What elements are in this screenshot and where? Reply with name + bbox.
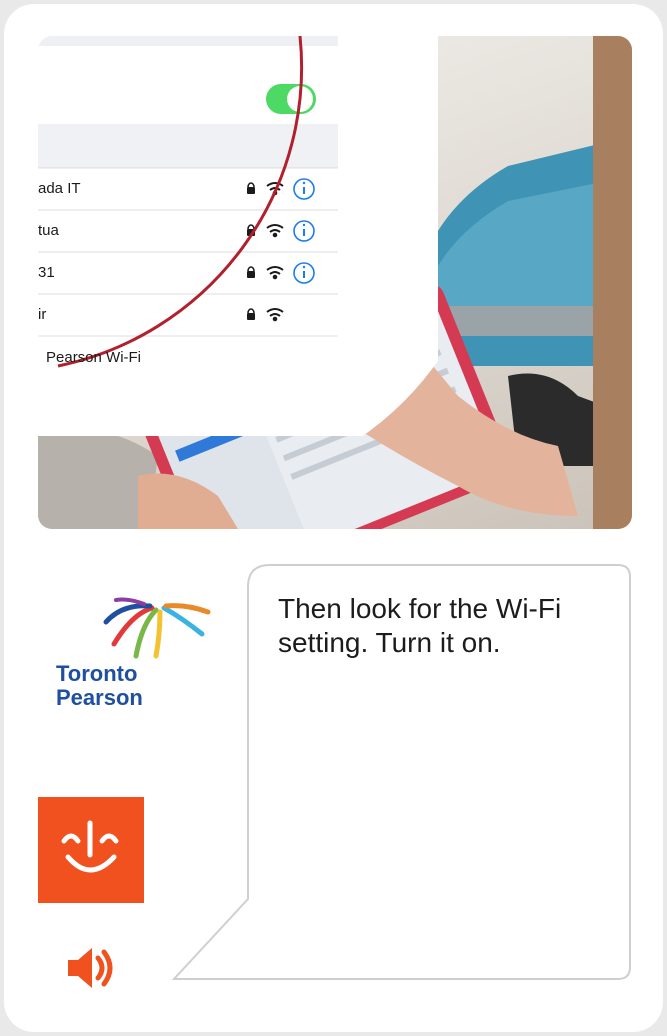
wifi-network-label: Pearson Wi-Fi	[46, 349, 142, 366]
instruction-photo: ada IT tua 31 ir Pearson Wi-Fi	[38, 36, 632, 529]
smiley-face-icon	[61, 820, 119, 873]
helper-smile-button[interactable]	[38, 797, 144, 903]
wifi-network-label: ir	[38, 306, 47, 323]
wifi-network-label: 31	[38, 264, 55, 281]
instruction-text: Then look for the Wi-Fi setting. Turn it…	[278, 593, 562, 658]
logo-line-pearson: Pearson	[56, 685, 143, 710]
wifi-network-label: ada IT	[38, 180, 81, 197]
logo-line-toronto: Toronto	[56, 661, 138, 686]
wifi-network-label: tua	[38, 222, 59, 239]
speaker-icon	[68, 948, 113, 988]
play-audio-button[interactable]	[62, 942, 120, 994]
